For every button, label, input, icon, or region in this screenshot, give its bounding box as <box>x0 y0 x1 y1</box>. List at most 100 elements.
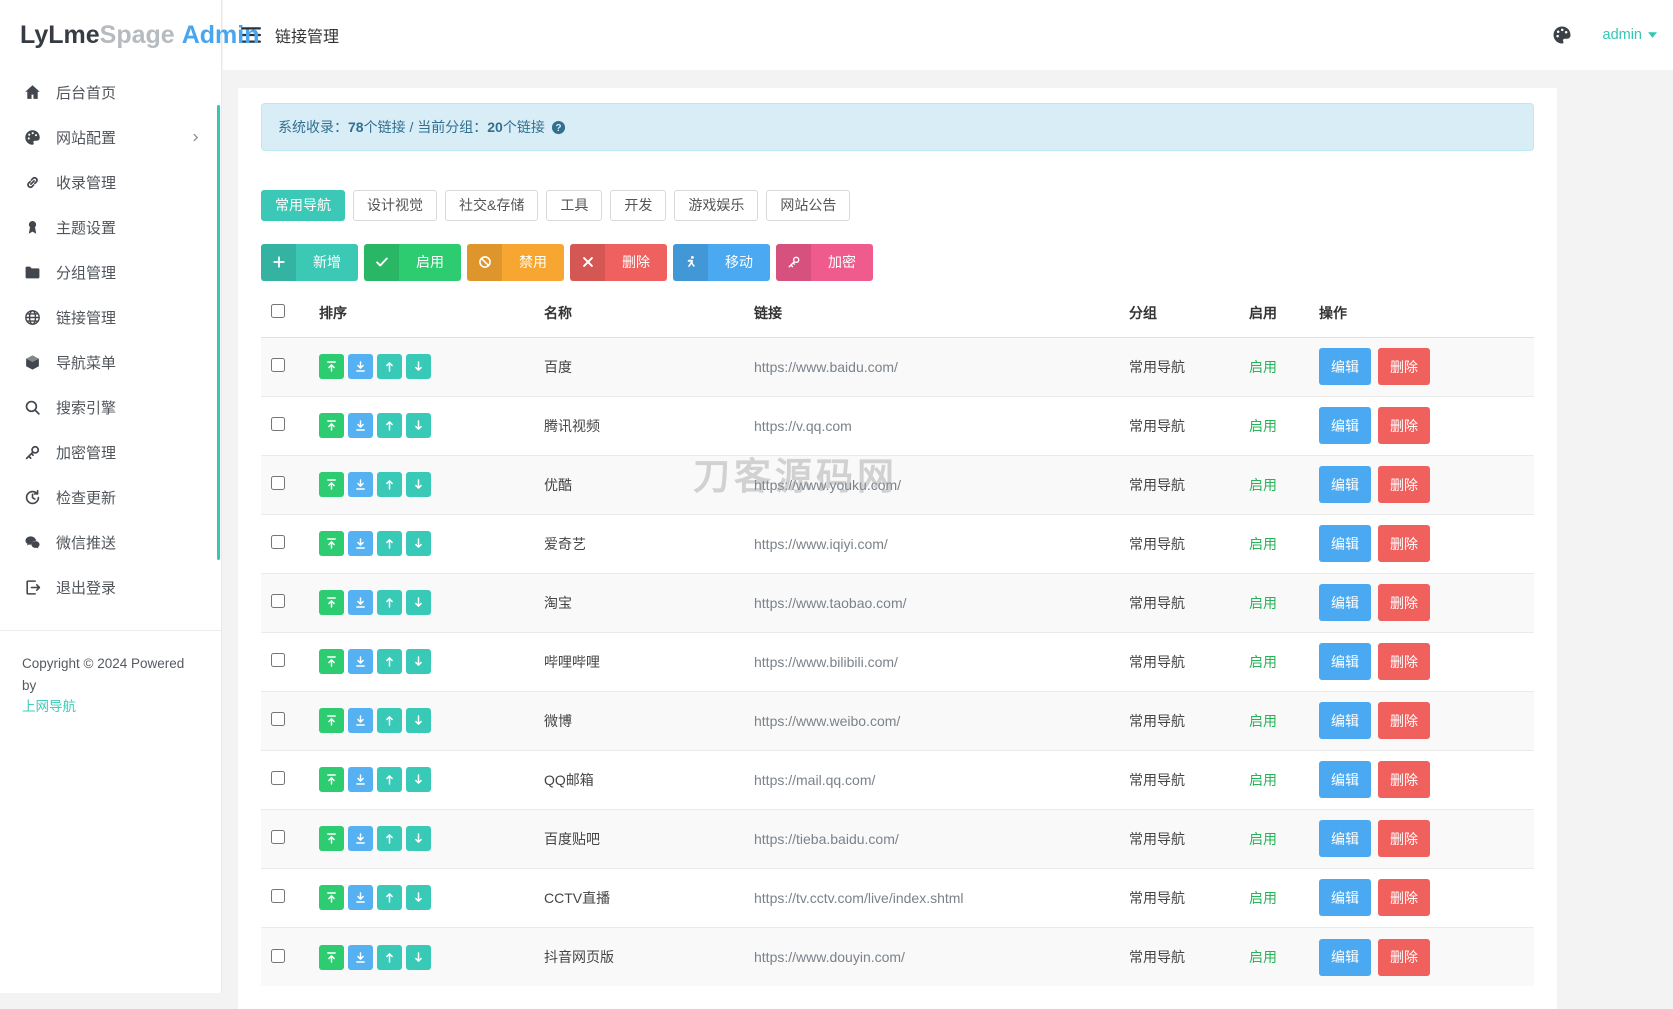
row-checkbox[interactable] <box>271 358 285 373</box>
tab-设计视觉[interactable]: 设计视觉 <box>353 190 437 221</box>
move-bottom-button[interactable] <box>348 944 373 970</box>
move-bottom-button[interactable] <box>348 354 373 380</box>
tab-网站公告[interactable]: 网站公告 <box>766 190 851 221</box>
move-down-button[interactable] <box>406 826 431 852</box>
delete-button[interactable]: 删除 <box>1378 584 1430 622</box>
move-down-button[interactable] <box>406 472 431 498</box>
row-checkbox[interactable] <box>271 948 285 963</box>
move-bottom-button[interactable] <box>348 590 373 616</box>
move-down-button[interactable] <box>406 885 431 911</box>
edit-button[interactable]: 编辑 <box>1319 466 1371 504</box>
sidebar-item-refresh[interactable]: 检查更新 <box>0 475 221 520</box>
row-checkbox[interactable] <box>271 889 285 904</box>
enable-button[interactable]: 启用 <box>364 243 461 281</box>
move-bottom-button[interactable] <box>348 708 373 734</box>
move-bottom-button[interactable] <box>348 767 373 793</box>
move-top-button[interactable] <box>319 472 344 498</box>
move-top-button[interactable] <box>319 354 344 380</box>
move-bottom-button[interactable] <box>348 413 373 439</box>
sidebar-scrollbar[interactable] <box>217 105 220 560</box>
move-bottom-button[interactable] <box>348 826 373 852</box>
edit-button[interactable]: 编辑 <box>1319 761 1371 799</box>
row-checkbox[interactable] <box>271 771 285 786</box>
delete-button[interactable]: 删除 <box>1378 348 1430 386</box>
move-down-button[interactable] <box>406 944 431 970</box>
delete-button[interactable]: 删除 <box>1378 938 1430 976</box>
theme-palette-icon[interactable] <box>1552 25 1572 45</box>
delete-button[interactable]: 删除 <box>1378 702 1430 740</box>
edit-button[interactable]: 编辑 <box>1319 879 1371 917</box>
add-button[interactable]: 新增 <box>261 243 358 281</box>
tab-工具[interactable]: 工具 <box>546 190 603 221</box>
powered-by-link[interactable]: 上网导航 <box>22 696 76 718</box>
edit-button[interactable]: 编辑 <box>1319 643 1371 681</box>
encrypt-button[interactable]: 加密 <box>776 243 873 281</box>
row-checkbox[interactable] <box>271 594 285 609</box>
move-up-button[interactable] <box>377 531 402 557</box>
delete-button[interactable]: 删除 <box>1378 525 1430 563</box>
tab-社交&存储[interactable]: 社交&存储 <box>445 190 539 221</box>
row-checkbox[interactable] <box>271 535 285 550</box>
delete-button[interactable]: 删除 <box>1378 466 1430 504</box>
edit-button[interactable]: 编辑 <box>1319 348 1371 386</box>
move-up-button[interactable] <box>377 649 402 675</box>
row-checkbox[interactable] <box>271 417 285 432</box>
move-top-button[interactable] <box>319 413 344 439</box>
edit-button[interactable]: 编辑 <box>1319 407 1371 445</box>
move-down-button[interactable] <box>406 531 431 557</box>
move-up-button[interactable] <box>377 767 402 793</box>
move-top-button[interactable] <box>319 826 344 852</box>
edit-button[interactable]: 编辑 <box>1319 702 1371 740</box>
question-circle-icon[interactable]: ? <box>551 120 566 135</box>
move-top-button[interactable] <box>319 590 344 616</box>
edit-button[interactable]: 编辑 <box>1319 938 1371 976</box>
sidebar-item-palette[interactable]: 网站配置 <box>0 115 221 160</box>
move-top-button[interactable] <box>319 531 344 557</box>
move-up-button[interactable] <box>377 590 402 616</box>
move-bottom-button[interactable] <box>348 531 373 557</box>
move-top-button[interactable] <box>319 708 344 734</box>
move-up-button[interactable] <box>377 885 402 911</box>
user-dropdown[interactable]: admin <box>1603 27 1657 43</box>
row-checkbox[interactable] <box>271 653 285 668</box>
move-top-button[interactable] <box>319 885 344 911</box>
select-all-checkbox[interactable] <box>271 304 285 319</box>
tab-游戏娱乐[interactable]: 游戏娱乐 <box>674 190 759 221</box>
sidebar-item-folder[interactable]: 分组管理 <box>0 250 221 295</box>
sidebar-item-cube[interactable]: 导航菜单 <box>0 340 221 385</box>
move-button[interactable]: 移动 <box>673 243 770 281</box>
move-bottom-button[interactable] <box>348 472 373 498</box>
move-down-button[interactable] <box>406 590 431 616</box>
move-down-button[interactable] <box>406 767 431 793</box>
tab-开发[interactable]: 开发 <box>610 190 667 221</box>
row-checkbox[interactable] <box>271 830 285 845</box>
move-top-button[interactable] <box>319 767 344 793</box>
move-bottom-button[interactable] <box>348 649 373 675</box>
delete-button[interactable]: 删除 <box>1378 820 1430 858</box>
edit-button[interactable]: 编辑 <box>1319 584 1371 622</box>
move-down-button[interactable] <box>406 708 431 734</box>
disable-button[interactable]: 禁用 <box>467 243 564 281</box>
move-down-button[interactable] <box>406 413 431 439</box>
move-down-button[interactable] <box>406 354 431 380</box>
delete-button[interactable]: 删除 <box>1378 761 1430 799</box>
move-up-button[interactable] <box>377 944 402 970</box>
delete-button[interactable]: 删除 <box>1378 643 1430 681</box>
sidebar-item-key[interactable]: 加密管理 <box>0 430 221 475</box>
sidebar-item-search[interactable]: 搜索引擎 <box>0 385 221 430</box>
sidebar-item-award[interactable]: 主题设置 <box>0 205 221 250</box>
move-up-button[interactable] <box>377 826 402 852</box>
move-up-button[interactable] <box>377 354 402 380</box>
move-up-button[interactable] <box>377 708 402 734</box>
app-logo[interactable]: LyLme Spage Admin <box>0 0 259 70</box>
move-down-button[interactable] <box>406 649 431 675</box>
move-up-button[interactable] <box>377 413 402 439</box>
move-up-button[interactable] <box>377 472 402 498</box>
sidebar-item-globe[interactable]: 链接管理 <box>0 295 221 340</box>
sidebar-item-logout[interactable]: 退出登录 <box>0 565 221 610</box>
sidebar-item-home[interactable]: 后台首页 <box>0 70 221 115</box>
move-bottom-button[interactable] <box>348 885 373 911</box>
move-top-button[interactable] <box>319 649 344 675</box>
delete-button[interactable]: 删除 <box>1378 879 1430 917</box>
tab-常用导航[interactable]: 常用导航 <box>261 190 345 221</box>
